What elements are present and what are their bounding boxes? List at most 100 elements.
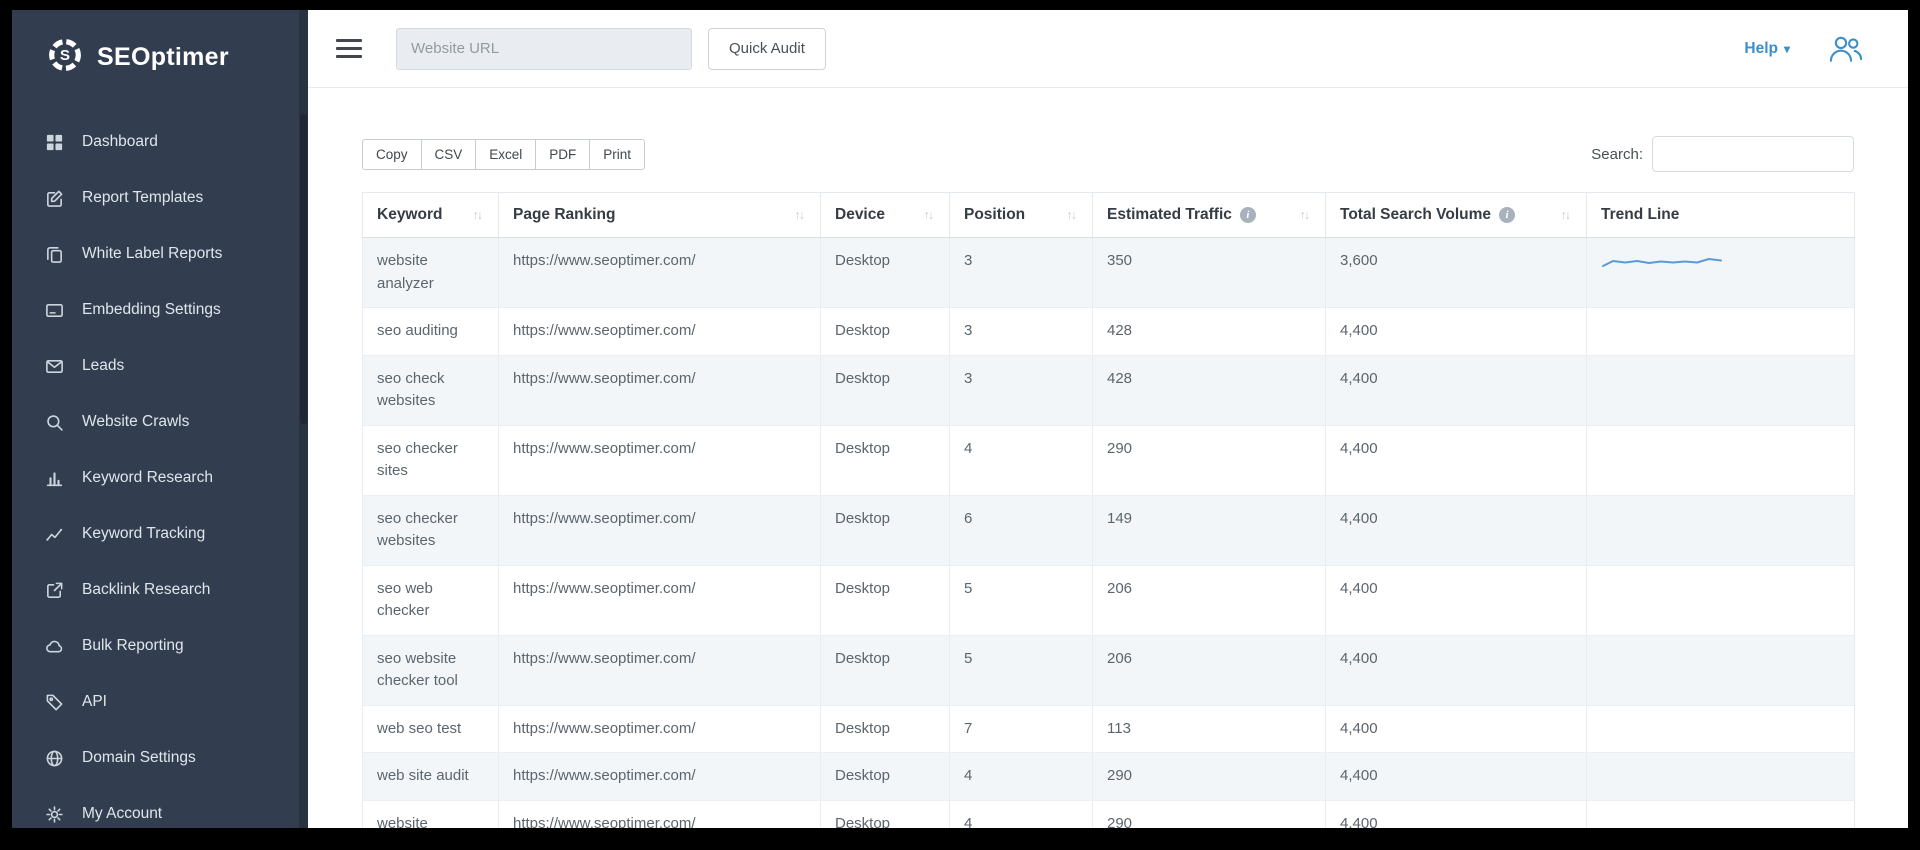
column-header-device[interactable]: Device ↑↓ bbox=[821, 193, 950, 238]
cell-total-search-volume: 3,600 bbox=[1326, 238, 1587, 308]
help-label: Help bbox=[1744, 40, 1778, 58]
cell-estimated-traffic: 428 bbox=[1093, 355, 1326, 425]
menu-toggle-button[interactable] bbox=[336, 35, 362, 62]
globe-icon bbox=[45, 749, 64, 768]
cell-total-search-volume: 4,400 bbox=[1326, 565, 1587, 635]
cell-position: 3 bbox=[950, 308, 1093, 356]
sidebar-item-my-account[interactable]: My Account bbox=[12, 786, 308, 828]
sidebar-item-white-label-reports[interactable]: White Label Reports bbox=[12, 226, 308, 282]
search-label: Search: bbox=[1591, 146, 1643, 163]
sidebar-item-label: Keyword Research bbox=[82, 469, 213, 487]
brand-logo[interactable]: S SEOptimer bbox=[12, 10, 308, 104]
cell-keyword: seo checker sites bbox=[363, 425, 499, 495]
column-header-position[interactable]: Position↑↓ bbox=[950, 193, 1093, 238]
table-search: Search: bbox=[1591, 136, 1854, 172]
cell-keyword: website analyzer bbox=[363, 238, 499, 308]
quick-audit-button[interactable]: Quick Audit bbox=[708, 28, 826, 70]
sidebar-item-embedding-settings[interactable]: Embedding Settings bbox=[12, 282, 308, 338]
user-account-icon[interactable] bbox=[1828, 34, 1864, 63]
sidebar-item-label: Embedding Settings bbox=[82, 301, 221, 319]
column-label: Page Ranking bbox=[513, 206, 616, 224]
cell-trend-line bbox=[1587, 425, 1855, 495]
cell-total-search-volume: 4,400 bbox=[1326, 425, 1587, 495]
table-row: seo web checkerhttps://www.seoptimer.com… bbox=[363, 565, 1855, 635]
copy-button[interactable]: Copy bbox=[362, 139, 422, 170]
cell-position: 3 bbox=[950, 355, 1093, 425]
seoptimer-logo-icon: S bbox=[46, 36, 84, 79]
column-label: Estimated Traffic bbox=[1107, 206, 1232, 224]
cell-device: Desktop bbox=[821, 705, 950, 753]
table-row: seo check websiteshttps://www.seoptimer.… bbox=[363, 355, 1855, 425]
sidebar-item-label: API bbox=[82, 693, 107, 711]
help-menu[interactable]: Help ▾ bbox=[1744, 40, 1790, 58]
sidebar-item-report-templates[interactable]: Report Templates bbox=[12, 170, 308, 226]
envelope-icon bbox=[45, 357, 64, 376]
print-button[interactable]: Print bbox=[589, 139, 645, 170]
cell-page-ranking: https://www.seoptimer.com/ bbox=[499, 425, 821, 495]
cell-device: Desktop bbox=[821, 308, 950, 356]
cell-estimated-traffic: 290 bbox=[1093, 800, 1326, 828]
column-header-total-search-volume[interactable]: Total Search Volumei↑↓ bbox=[1326, 193, 1587, 238]
cell-trend-line bbox=[1587, 705, 1855, 753]
column-header-page-ranking[interactable]: Page Ranking ↑↓ bbox=[499, 193, 821, 238]
cell-trend-line bbox=[1587, 495, 1855, 565]
sort-icon: ↑↓ bbox=[795, 208, 807, 222]
sidebar-nav: Dashboard Report Templates White Label Rep… bbox=[12, 104, 308, 828]
cell-page-ranking: https://www.seoptimer.com/ bbox=[499, 800, 821, 828]
magnifier-icon bbox=[45, 413, 64, 432]
column-header-keyword[interactable]: Keyword↑↓ bbox=[363, 193, 499, 238]
website-url-input[interactable] bbox=[396, 28, 692, 70]
cell-device: Desktop bbox=[821, 238, 950, 308]
sidebar-scrollbar-thumb[interactable] bbox=[300, 114, 307, 424]
cell-device: Desktop bbox=[821, 565, 950, 635]
brand-name: SEOptimer bbox=[97, 43, 229, 72]
sidebar-item-label: White Label Reports bbox=[82, 245, 222, 263]
cell-keyword: seo checker websites bbox=[363, 495, 499, 565]
pdf-button[interactable]: PDF bbox=[535, 139, 590, 170]
sort-icon: ↑↓ bbox=[924, 208, 936, 222]
sidebar-item-keyword-tracking[interactable]: Keyword Tracking bbox=[12, 506, 308, 562]
cell-estimated-traffic: 206 bbox=[1093, 565, 1326, 635]
sidebar-item-keyword-research[interactable]: Keyword Research bbox=[12, 450, 308, 506]
sidebar-item-website-crawls[interactable]: Website Crawls bbox=[12, 394, 308, 450]
csv-button[interactable]: CSV bbox=[421, 139, 477, 170]
sidebar-item-bulk-reporting[interactable]: Bulk Reporting bbox=[12, 618, 308, 674]
column-label: Device bbox=[835, 206, 885, 224]
sidebar-item-domain-settings[interactable]: Domain Settings bbox=[12, 730, 308, 786]
cell-total-search-volume: 4,400 bbox=[1326, 308, 1587, 356]
cell-position: 5 bbox=[950, 565, 1093, 635]
cell-page-ranking: https://www.seoptimer.com/ bbox=[499, 753, 821, 801]
sidebar-item-leads[interactable]: Leads bbox=[12, 338, 308, 394]
cell-estimated-traffic: 149 bbox=[1093, 495, 1326, 565]
cell-page-ranking: https://www.seoptimer.com/ bbox=[499, 705, 821, 753]
search-input[interactable] bbox=[1652, 136, 1854, 172]
excel-button[interactable]: Excel bbox=[475, 139, 536, 170]
cell-trend-line bbox=[1587, 238, 1855, 308]
table-row: web site audithttps://www.seoptimer.com/… bbox=[363, 753, 1855, 801]
column-label: Keyword bbox=[377, 206, 442, 224]
table-row: web seo testhttps://www.seoptimer.com/De… bbox=[363, 705, 1855, 753]
sidebar-item-label: Backlink Research bbox=[82, 581, 210, 599]
sidebar-item-label: Report Templates bbox=[82, 189, 203, 207]
sidebar-item-dashboard[interactable]: Dashboard bbox=[12, 114, 308, 170]
gear-icon bbox=[45, 805, 64, 824]
cell-trend-line bbox=[1587, 635, 1855, 705]
external-link-icon bbox=[45, 581, 64, 600]
cell-total-search-volume: 4,400 bbox=[1326, 753, 1587, 801]
cell-page-ranking: https://www.seoptimer.com/ bbox=[499, 495, 821, 565]
cell-keyword: web seo test bbox=[363, 705, 499, 753]
table-row: seo auditinghttps://www.seoptimer.com/De… bbox=[363, 308, 1855, 356]
sidebar-item-backlink-research[interactable]: Backlink Research bbox=[12, 562, 308, 618]
info-icon[interactable]: i bbox=[1499, 207, 1515, 223]
info-icon[interactable]: i bbox=[1240, 207, 1256, 223]
sidebar-item-label: Website Crawls bbox=[82, 413, 189, 431]
sidebar-item-api[interactable]: API bbox=[12, 674, 308, 730]
cloud-icon bbox=[45, 637, 64, 656]
column-header-estimated-traffic[interactable]: Estimated Traffici↑↓ bbox=[1093, 193, 1326, 238]
column-label: Position bbox=[964, 206, 1025, 224]
tag-icon bbox=[45, 693, 64, 712]
cell-keyword: seo web checker bbox=[363, 565, 499, 635]
table-toolbar: Copy CSV Excel PDF Print Search: bbox=[362, 136, 1854, 172]
cell-page-ranking: https://www.seoptimer.com/ bbox=[499, 635, 821, 705]
export-button-group: Copy CSV Excel PDF Print bbox=[362, 139, 645, 170]
